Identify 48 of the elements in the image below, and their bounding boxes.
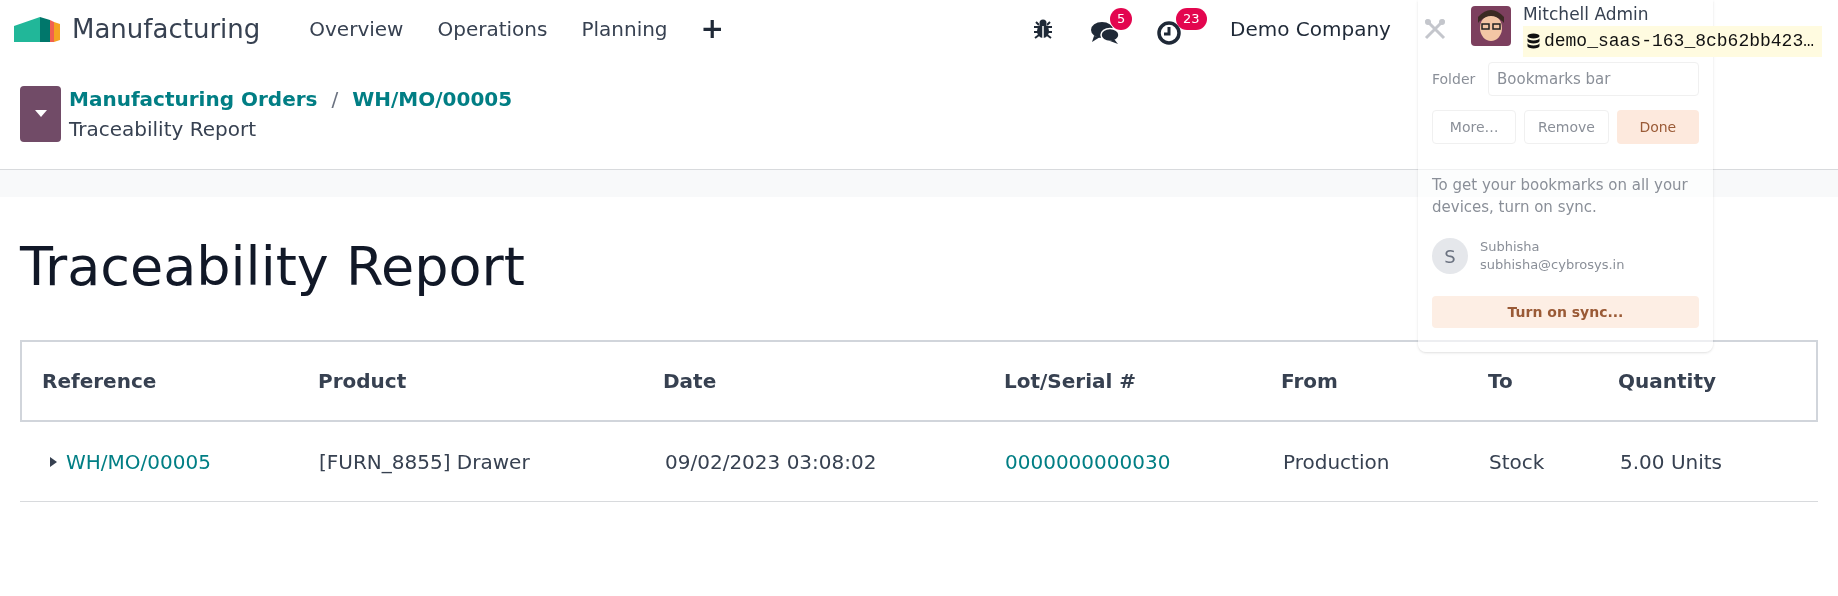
add-button[interactable]: + [684,15,741,43]
lot-link[interactable]: 0000000000030 [1002,446,1279,477]
folder-select[interactable]: Bookmarks bar [1488,62,1699,96]
table-cell-text: Production [1282,448,1391,476]
table-cell-text: 5.00 Units [1619,448,1724,476]
column-header: From [1281,368,1339,395]
dropdown-button[interactable] [20,85,61,142]
table-cell-text: Stock [1488,448,1546,476]
message-count-badge: 5 [1110,8,1133,30]
column-header: Lot/Serial # [1004,368,1138,395]
bug-icon[interactable] [1032,18,1054,40]
database-icon [1526,33,1540,49]
account-email: subhisha@cybrosys.in [1480,256,1625,274]
account-name: Subhisha [1480,238,1541,256]
breadcrumb-link[interactable]: WH/MO/00005 [352,83,513,114]
company-name[interactable]: Demo Company [1230,14,1391,44]
chat-icon[interactable] [1090,20,1120,46]
breadcrumb-link[interactable]: Manufacturing Orders [69,83,318,114]
sync-button[interactable]: Turn on sync... [1432,296,1699,328]
breadcrumb-separator: / [331,85,339,113]
database-name: demo_saas-163_8cb62bb423… [1522,25,1822,57]
column-header: Reference [41,368,158,395]
activity-count-badge: 23 [1176,8,1207,30]
expand-toggle-icon[interactable] [48,456,58,467]
popup-button[interactable]: More… [1432,110,1517,144]
column-header: To [1488,368,1514,395]
folder-label: Folder [1432,69,1476,89]
column-header: Date [663,368,718,395]
clock-icon[interactable] [1156,20,1182,46]
popup-button[interactable]: Done [1616,110,1699,144]
menu-item[interactable]: Operations [420,14,565,44]
breadcrumb-current: Traceability Report [69,115,257,143]
table-cell-text: 09/02/2023 03:08:02 [664,448,878,476]
user-name[interactable]: Mitchell Admin [1522,1,1822,26]
sync-message: To get your bookmarks on all your devices, turn on sync. [1432,175,1689,218]
reference-link[interactable]: WH/MO/00005 [66,446,211,477]
page-title: Traceability Report [20,235,525,299]
column-header: Quantity [1618,368,1717,395]
avatar-icon[interactable] [1470,5,1511,46]
menu-item[interactable]: Overview [292,14,421,44]
menu-item[interactable]: Planning [564,14,685,44]
caret-icon [34,110,47,117]
table-cell-text: [FURN_8855] Drawer [318,448,531,476]
app-logo-icon [14,14,60,44]
popup-button[interactable]: Remove [1524,110,1609,144]
app-name[interactable]: Manufacturing [72,9,261,49]
column-header: Product [318,368,408,395]
account-avatar: S [1432,238,1468,274]
